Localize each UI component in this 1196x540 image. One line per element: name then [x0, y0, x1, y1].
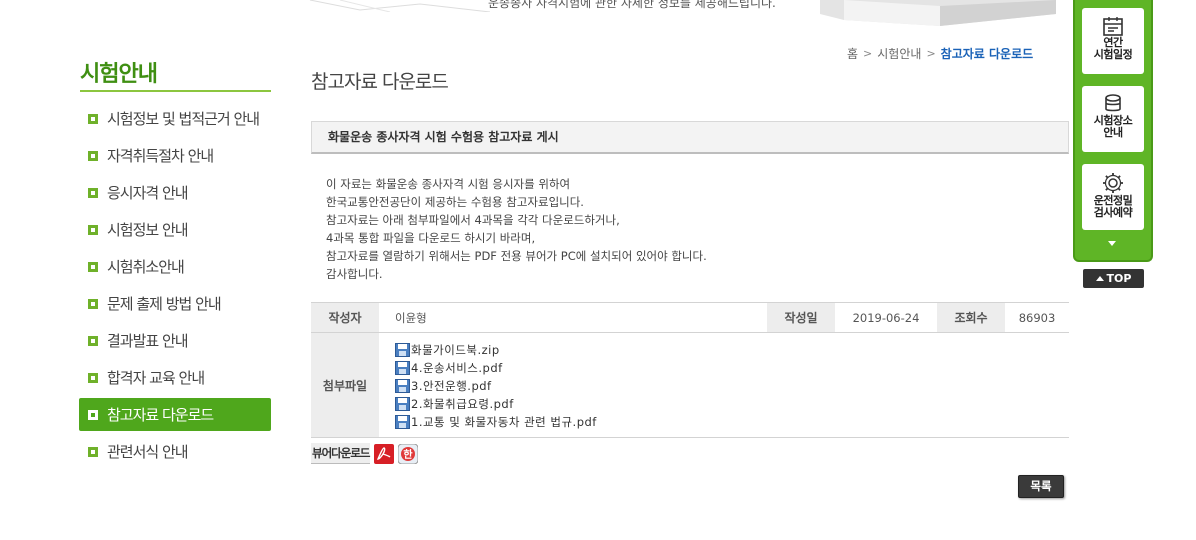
file-link[interactable]: 1.교통 및 화물자동차 관련 법규.pdf [395, 413, 1069, 431]
sidebar-item-passer-education[interactable]: 합격자 교육 안내 [79, 359, 271, 396]
views-label: 조회수 [937, 302, 1005, 333]
breadcrumb: 홈 > 시험안내 > 참고자료 다운로드 [847, 45, 1033, 62]
sidebar-item-label: 관련서식 안내 [107, 443, 189, 461]
post-body-line: 4과목 통합 파일을 다운로드 하시기 바라며, [326, 231, 536, 245]
floppy-disk-icon [395, 361, 410, 375]
file-name: 4.운송서비스.pdf [411, 361, 503, 375]
breadcrumb-home[interactable]: 홈 [847, 45, 858, 62]
floppy-disk-icon [395, 343, 410, 357]
file-name: 2.화물취급요령.pdf [411, 397, 514, 411]
sidebar-item-exam-cancel[interactable]: 시험취소안내 [79, 248, 271, 285]
bullet-icon [88, 372, 98, 383]
adobe-pdf-icon[interactable] [373, 443, 394, 464]
floppy-disk-icon [395, 379, 410, 393]
sidebar-title: 시험안내 [80, 62, 158, 87]
arrow-up-icon [1095, 276, 1104, 281]
date-value: 2019-06-24 [835, 302, 937, 333]
sidebar-item-label: 결과발표 안내 [107, 332, 189, 350]
scroll-top-button[interactable]: TOP [1083, 269, 1144, 288]
file-link[interactable]: 3.안전운행.pdf [395, 377, 1069, 395]
viewer-download-label: 뷰어다운로드 [311, 443, 370, 464]
sidebar-menu: 시험정보 및 법적근거 안내 자격취득절차 안내 응시자격 안내 시험정보 안내… [79, 100, 271, 470]
sidebar-item-forms[interactable]: 관련서식 안내 [79, 433, 271, 470]
breadcrumb-section[interactable]: 시험안내 [877, 45, 921, 62]
views-value: 86903 [1005, 302, 1069, 333]
list-button[interactable]: 목록 [1018, 475, 1064, 498]
bullet-icon [88, 187, 98, 198]
quick-driving-test-reservation[interactable]: 운전정밀 검사예약 [1082, 164, 1144, 230]
sidebar-item-legal-basis[interactable]: 시험정보 및 법적근거 안내 [79, 100, 271, 137]
post-info-table: 작성자 이윤형 작성일 2019-06-24 조회수 86903 첨부파일 화물… [311, 302, 1069, 438]
sidebar-item-label: 합격자 교육 안내 [107, 369, 205, 387]
breadcrumb-current: 참고자료 다운로드 [940, 47, 1034, 61]
banner-decoration [309, 0, 491, 12]
attachments-cell: 화물가이드북.zip 4.운송서비스.pdf 3.안전운행.pdf 2.화물취급… [379, 332, 1069, 438]
gear-icon [1103, 173, 1123, 193]
sidebar-item-acquisition-procedure[interactable]: 자격취득절차 안내 [79, 137, 271, 174]
quick-menu: 연간 시험일정 시험장소 안내 운전정밀 검사예약 [1073, 0, 1153, 262]
quick-label: 운전정밀 검사예약 [1093, 194, 1133, 219]
floppy-disk-icon [395, 415, 410, 429]
post-body-line: 감사합니다. [326, 267, 383, 281]
bullet-icon [88, 261, 98, 272]
sidebar-item-results[interactable]: 결과발표 안내 [79, 322, 271, 359]
sidebar-item-question-method[interactable]: 문제 출제 방법 안내 [79, 285, 271, 322]
file-name: 3.안전운행.pdf [411, 379, 492, 393]
scroll-top-label: TOP [1106, 272, 1132, 285]
chevron-right-icon: > [863, 47, 873, 60]
post-body-line: 한국교통안전공단이 제공하는 수험용 참고자료입니다. [326, 195, 584, 209]
bullet-icon [88, 150, 98, 161]
bullet-icon [88, 224, 98, 235]
sidebar-item-label: 문제 출제 방법 안내 [107, 295, 222, 313]
svg-text:한: 한 [403, 449, 413, 461]
post-subject: 화물운송 종사자격 시험 수험용 참고자료 게시 [311, 121, 1069, 154]
sidebar-item-label: 자격취득절차 안내 [107, 147, 214, 165]
attachments-row: 첨부파일 화물가이드북.zip 4.운송서비스.pdf 3.안전운행.pdf 2… [311, 332, 1069, 438]
chevron-right-icon: > [926, 47, 936, 60]
attachments-label: 첨부파일 [311, 332, 379, 438]
quick-label: 연간 시험일정 [1093, 36, 1133, 61]
chevron-down-icon[interactable] [1108, 241, 1116, 246]
sidebar-item-reference-download[interactable]: 참고자료 다운로드 [79, 398, 271, 431]
file-list: 화물가이드북.zip 4.운송서비스.pdf 3.안전운행.pdf 2.화물취급… [395, 333, 1069, 437]
sidebar-item-label: 시험취소안내 [107, 258, 185, 276]
post-body-line: 참고자료를 열람하기 위해서는 PDF 전용 뷰어가 PC에 설치되어 있어야 … [326, 249, 707, 263]
sidebar-item-label: 시험정보 및 법적근거 안내 [107, 110, 260, 128]
page-title: 참고자료 다운로드 [311, 71, 449, 93]
sidebar-item-exam-info[interactable]: 시험정보 안내 [79, 211, 271, 248]
author-value: 이윤형 [379, 302, 767, 333]
sidebar-item-label: 시험정보 안내 [107, 221, 189, 239]
bullet-icon [88, 298, 98, 309]
bullet-icon [88, 446, 98, 457]
file-name: 1.교통 및 화물자동차 관련 법규.pdf [411, 415, 597, 429]
banner-building-graphic [820, 0, 1056, 26]
post-meta-row: 작성자 이윤형 작성일 2019-06-24 조회수 86903 [311, 302, 1069, 333]
calendar-icon [1103, 17, 1123, 36]
sidebar-item-eligibility[interactable]: 응시자격 안내 [79, 174, 271, 211]
file-name: 화물가이드북.zip [411, 343, 500, 357]
date-label: 작성일 [767, 302, 835, 333]
quick-label: 시험장소 안내 [1093, 114, 1133, 139]
sidebar-item-label: 참고자료 다운로드 [107, 406, 214, 424]
quick-exam-location[interactable]: 시험장소 안내 [1082, 86, 1144, 152]
file-link[interactable]: 4.운송서비스.pdf [395, 359, 1069, 377]
banner-text: 운송종사 자격시험에 관한 자세한 정보를 제공해드립니다. [488, 0, 776, 10]
location-icon [1105, 94, 1121, 112]
post-body-line: 참고자료는 아래 첨부파일에서 4과목을 각각 다운로드하거나, [326, 213, 620, 227]
sidebar-item-label: 응시자격 안내 [107, 184, 189, 202]
floppy-disk-icon [395, 397, 410, 411]
file-link[interactable]: 2.화물취급요령.pdf [395, 395, 1069, 413]
hangul-viewer-icon[interactable]: 한 [397, 443, 418, 464]
author-label: 작성자 [311, 302, 379, 333]
post-body-line: 이 자료는 화물운송 종사자격 시험 응시자를 위하여 [326, 177, 571, 191]
bullet-icon [88, 335, 98, 346]
quick-annual-schedule[interactable]: 연간 시험일정 [1082, 8, 1144, 74]
bullet-icon [88, 113, 98, 124]
viewer-download: 뷰어다운로드 한 [311, 443, 418, 464]
sidebar-title-underline [80, 90, 271, 92]
file-link[interactable]: 화물가이드북.zip [395, 341, 1069, 359]
post-body: 이 자료는 화물운송 종사자격 시험 응시자를 위하여 한국교통안전공단이 제공… [326, 175, 707, 283]
bullet-icon [88, 409, 98, 420]
